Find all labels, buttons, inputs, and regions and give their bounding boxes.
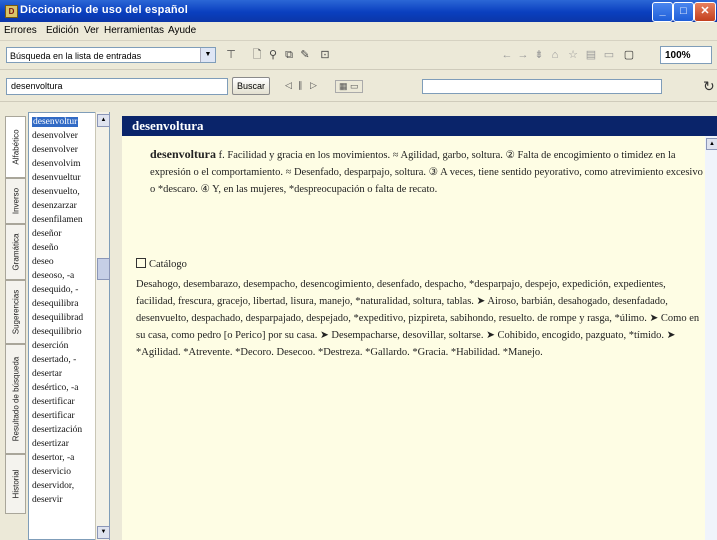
tab-resultado-busqueda[interactable]: Resultado de búsqueda <box>5 344 26 454</box>
find-icon[interactable]: ⚲ <box>266 48 280 62</box>
title-bar: D Diccionario de uso del español _ □ ✕ <box>0 0 717 22</box>
format-icon[interactable]: ▦ ▭ <box>335 80 363 93</box>
search-mode-value: Búsqueda en la lista de entradas <box>10 51 142 61</box>
window-icon[interactable]: ▢ <box>622 48 636 62</box>
search-button-label: Buscar <box>236 81 265 91</box>
paste-icon[interactable]: ✎ <box>298 48 312 62</box>
window-title: Diccionario de uso del español <box>20 4 188 16</box>
menu-herramientas[interactable]: Herramientas <box>104 25 164 36</box>
list-item[interactable]: desertor, -a <box>32 453 74 463</box>
list-item[interactable]: desenvueltur <box>32 173 81 183</box>
chevron-down-icon[interactable]: ▼ <box>200 48 215 62</box>
expand-icon[interactable] <box>136 258 146 268</box>
list-item[interactable]: deseoso, -a <box>32 271 74 281</box>
app-icon: D <box>5 5 18 18</box>
search-input-value: desenvoltura <box>11 81 63 91</box>
list-item[interactable]: desertado, - <box>32 355 76 365</box>
panel-icon[interactable]: ▭ <box>602 48 616 62</box>
scroll-up-icon[interactable]: ▲ <box>706 138 717 150</box>
scroll-thumb[interactable] <box>97 258 110 280</box>
definition-body: f. Facilidad y gracia en los movimientos… <box>150 150 703 195</box>
list-item[interactable]: desenvoltur <box>32 117 79 127</box>
stop-icon[interactable]: ∥ <box>298 80 303 91</box>
notes-icon[interactable]: ▤ <box>584 48 598 62</box>
list-item[interactable]: desenvolvim <box>32 159 81 169</box>
tab-alfabetico[interactable]: Alfabético <box>5 116 26 178</box>
copy-icon[interactable]: ⧉ <box>282 48 296 62</box>
menu-errores[interactable]: Errores <box>4 25 37 36</box>
definition-headword: desenvoltura <box>150 147 216 161</box>
search-mode-select[interactable]: Búsqueda en la lista de entradas ▼ <box>6 47 216 63</box>
zoom-select[interactable]: 100% <box>660 46 712 64</box>
list-item[interactable]: desequilibrad <box>32 313 83 323</box>
list-item[interactable]: desertizar <box>32 439 69 449</box>
list-item[interactable]: desenfilamen <box>32 215 83 225</box>
search-input[interactable]: desenvoltura <box>6 78 228 95</box>
catalog-heading[interactable]: Catálogo <box>136 258 187 270</box>
maximize-button[interactable]: □ <box>673 2 694 22</box>
list-item[interactable]: deseñor <box>32 229 62 239</box>
catalog-text: Desahogo, desembarazo, desempacho, desen… <box>136 279 700 358</box>
list-item[interactable]: deservidor, <box>32 481 74 491</box>
zoom-value: 100% <box>665 50 691 61</box>
definition-panel: desenvoltura desenvoltura f. Facilidad y… <box>122 116 717 540</box>
menu-ayuda[interactable]: Ayude <box>168 25 196 36</box>
prev-icon[interactable]: ◁ <box>285 80 292 91</box>
close-button[interactable]: ✕ <box>694 2 716 22</box>
list-item[interactable]: desenvolver <box>32 131 78 141</box>
filter-icon[interactable]: ⊤ <box>224 48 238 62</box>
list-item[interactable]: deseño <box>32 243 58 253</box>
back-icon[interactable]: ← <box>500 48 514 62</box>
print-preview-icon[interactable]: 🗋 <box>250 48 264 62</box>
main-toolbar: Búsqueda en la lista de entradas ▼ ⊤ 🗋 ⚲… <box>0 41 717 70</box>
bookmark-icon[interactable]: ☆ <box>566 48 580 62</box>
list-item[interactable]: desenvuelto, <box>32 187 80 197</box>
list-item[interactable]: deseo <box>32 257 54 267</box>
list-item[interactable]: desertización <box>32 425 82 435</box>
vertical-tabs: Alfabético Inverso Gramática Sugerencias… <box>0 112 28 540</box>
tab-inverso[interactable]: Inverso <box>5 178 26 224</box>
history-icon[interactable]: ⌂ <box>548 48 562 62</box>
settings-icon[interactable]: ⊡ <box>318 48 332 62</box>
list-item[interactable]: desértico, -a <box>32 383 78 393</box>
list-item[interactable]: desequilibrio <box>32 327 82 337</box>
menu-edicion[interactable]: Edición <box>46 25 79 36</box>
next-icon[interactable]: ▷ <box>310 80 317 91</box>
menu-ver[interactable]: Ver <box>84 25 99 36</box>
forward-icon[interactable]: → <box>516 48 530 62</box>
tab-sugerencias[interactable]: Sugerencias <box>5 280 26 344</box>
list-item[interactable]: desequido, - <box>32 285 78 295</box>
list-item[interactable]: deserción <box>32 341 68 351</box>
scroll-down-icon[interactable]: ▼ <box>97 526 110 539</box>
definition-text: desenvoltura f. Facilidad y gracia en lo… <box>150 146 705 198</box>
list-item[interactable]: deservicio <box>32 467 71 477</box>
content-scrollbar[interactable]: ▲ <box>705 136 717 540</box>
list-item[interactable]: desenvolver <box>32 145 78 155</box>
secondary-input[interactable] <box>422 79 662 94</box>
minimize-button[interactable]: _ <box>652 2 673 22</box>
entry-headword: desenvoltura <box>122 116 717 136</box>
list-item[interactable]: deservir <box>32 495 63 505</box>
search-toolbar: desenvoltura Buscar ◁ ∥ ▷ ▦ ▭ ↻ <box>0 71 717 102</box>
entry-list-scrollbar[interactable]: ▲ ▼ <box>95 112 110 540</box>
list-item[interactable]: desertificar <box>32 397 75 407</box>
list-item[interactable]: desertificar <box>32 411 75 421</box>
search-button[interactable]: Buscar <box>232 77 270 95</box>
tab-gramatica[interactable]: Gramática <box>5 224 26 280</box>
scroll-up-icon[interactable]: ▲ <box>97 114 110 127</box>
menu-bar: Errores Edición Ver Herramientas Ayude <box>0 22 717 41</box>
refresh-icon[interactable]: ↻ <box>703 78 715 95</box>
tab-historial[interactable]: Historial <box>5 454 26 514</box>
list-item[interactable]: desenzarzar <box>32 201 77 211</box>
jump-icon[interactable]: ⇟ <box>532 48 546 62</box>
list-item[interactable]: desequilibra <box>32 299 78 309</box>
list-item[interactable]: desertar <box>32 369 62 379</box>
